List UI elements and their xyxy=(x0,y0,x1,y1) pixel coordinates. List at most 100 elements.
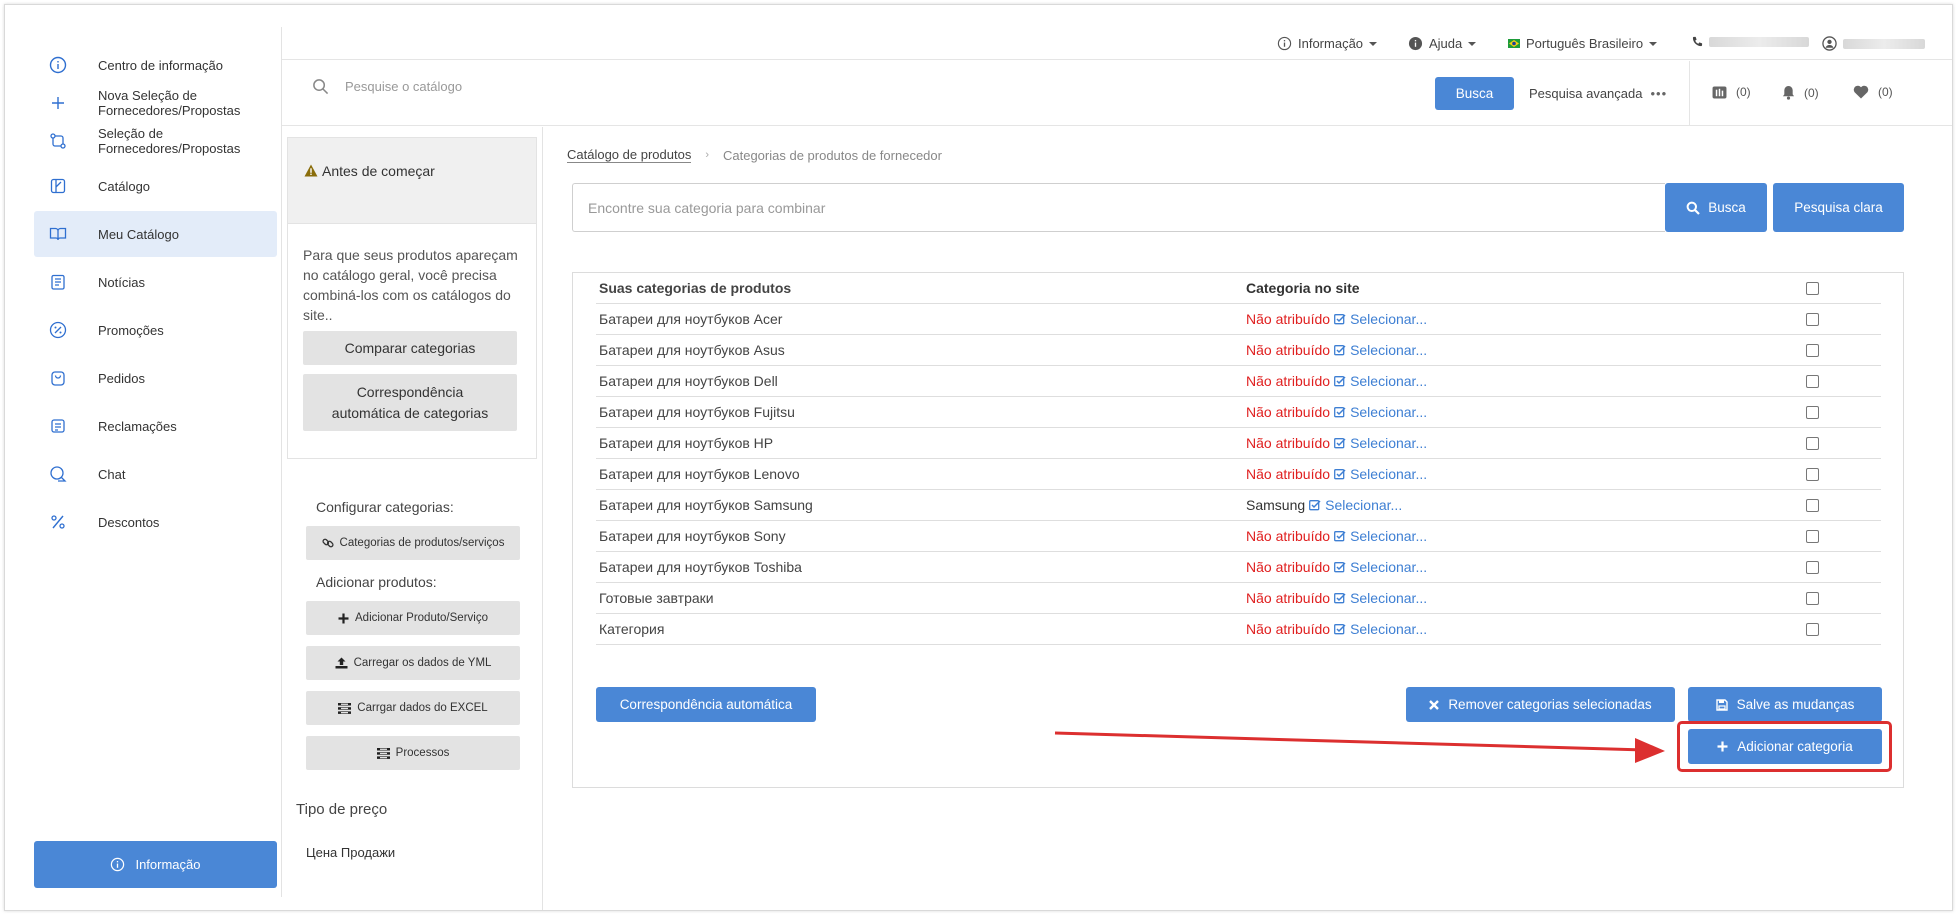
add-product-button[interactable]: Adicionar Produto/Serviço xyxy=(306,601,520,635)
sidebar-item-label: Meu Catálogo xyxy=(98,226,179,242)
select-category-link[interactable]: Selecionar... xyxy=(1334,311,1427,327)
catalog-search-input[interactable]: Pesquise o catálogo xyxy=(312,78,462,95)
site-category-cell: Não atribuído Selecionar... xyxy=(1246,342,1806,358)
auto-match-categories-button[interactable]: Correspondência automática de categorias xyxy=(303,374,517,431)
info-button[interactable]: Informação xyxy=(34,841,277,888)
price-type-value[interactable]: Цена Продажи xyxy=(306,845,395,860)
notifications-button[interactable]: (0) xyxy=(1782,85,1819,100)
save-changes-button[interactable]: Salve as mudanças xyxy=(1688,687,1882,722)
category-search-button[interactable]: Busca xyxy=(1665,183,1767,232)
site-category-cell: Não atribuído Selecionar... xyxy=(1246,373,1806,389)
select-category-link[interactable]: Selecionar... xyxy=(1334,559,1427,575)
site-category-cell: Não atribuído Selecionar... xyxy=(1246,621,1806,637)
sidebar-item-label: Nova Seleção de Fornecedores/Propostas xyxy=(98,88,241,118)
row-checkbox[interactable] xyxy=(1806,343,1819,357)
table-header: Suas categorias de produtos Categoria no… xyxy=(596,273,1881,304)
compare-categories-button[interactable]: Comparar categorias xyxy=(303,331,517,365)
add-category-button[interactable]: Adicionar categoria xyxy=(1688,729,1882,764)
catalog-search-bar: Pesquise o catálogo Busca Pesquisa avanç… xyxy=(282,61,1952,126)
select-all-checkbox[interactable] xyxy=(1806,281,1819,295)
row-checkbox[interactable] xyxy=(1806,591,1819,605)
select-category-link[interactable]: Selecionar... xyxy=(1334,528,1427,544)
processes-button[interactable]: Processos xyxy=(306,736,520,770)
row-checkbox[interactable] xyxy=(1806,529,1819,543)
edit-check-icon xyxy=(1334,376,1346,387)
open-book-icon xyxy=(34,225,82,243)
sidebar-item-my-catalog[interactable]: Meu Catálogo xyxy=(34,211,277,257)
table-row: Готовые завтраки Não atribuído Selecionar.… xyxy=(596,583,1881,614)
site-category-value: Samsung xyxy=(1246,497,1306,513)
category-name: Батареи для ноутбуков Acer xyxy=(599,311,783,327)
breadcrumb-root[interactable]: Catálogo de produtos xyxy=(567,147,692,163)
sidebar-item-promotions[interactable]: Promoções xyxy=(34,307,277,353)
user-menu[interactable] xyxy=(1822,36,1925,51)
upload-excel-button[interactable]: Carrgar dados do EXCEL xyxy=(306,691,520,725)
remove-selected-button[interactable]: Remover categorias selecionadas xyxy=(1406,687,1675,722)
row-checkbox[interactable] xyxy=(1806,560,1819,574)
sidebar-item-label: Descontos xyxy=(98,514,160,530)
clear-search-button[interactable]: Pesquisa clara xyxy=(1773,183,1904,232)
complaint-icon xyxy=(34,417,82,435)
sidebar-item-label: Notícias xyxy=(98,274,145,290)
row-checkbox[interactable] xyxy=(1806,436,1819,450)
row-checkbox[interactable] xyxy=(1806,622,1819,636)
upload-yml-button[interactable]: Carregar os dados de YML xyxy=(306,646,520,680)
favorites-button[interactable]: (0) xyxy=(1853,85,1893,99)
table-row: Батареи для ноутбуков Fujitsu Não atribuí… xyxy=(596,397,1881,428)
sidebar-item-selection[interactable]: Seleção de Fornecedores/Propostas xyxy=(34,118,277,164)
select-category-link[interactable]: Selecionar... xyxy=(1334,466,1427,482)
select-category-link[interactable]: Selecionar... xyxy=(1334,342,1427,358)
catalog-search-button[interactable]: Busca xyxy=(1435,77,1514,110)
compare-button[interactable]: (0) xyxy=(1712,85,1751,99)
select-category-link[interactable]: Selecionar... xyxy=(1334,373,1427,389)
select-category-link[interactable]: Selecionar... xyxy=(1334,590,1427,606)
select-category-link[interactable]: Selecionar... xyxy=(1334,404,1427,420)
auto-match-button[interactable]: Correspondência automática xyxy=(596,687,816,722)
category-tools-panel: Antes de começar Para que seus produtos … xyxy=(282,127,543,910)
row-checkbox[interactable] xyxy=(1806,498,1819,512)
select-category-link[interactable]: Selecionar... xyxy=(1309,497,1402,513)
info-circle-icon xyxy=(34,56,82,74)
advanced-search-link[interactable]: Pesquisa avançada ••• xyxy=(1529,86,1667,101)
category-search-input[interactable]: Encontre sua categoria para combinar xyxy=(572,183,1665,232)
site-category-cell: Não atribuído Selecionar... xyxy=(1246,435,1806,451)
toolbar-divider xyxy=(1689,61,1690,125)
edit-check-icon xyxy=(1334,593,1346,604)
favorites-count: (0) xyxy=(1878,85,1893,99)
help-menu[interactable]: Ajuda xyxy=(1408,36,1477,51)
sidebar-item-catalog[interactable]: Catálogo xyxy=(34,163,277,209)
sidebar-item-orders[interactable]: Pedidos xyxy=(34,355,277,401)
info-menu[interactable]: Informação xyxy=(1277,36,1378,51)
sidebar-item-label: Seleção de Fornecedores/Propostas xyxy=(98,126,241,156)
unassigned-status: Não atribuído xyxy=(1246,621,1331,637)
table-row: Батареи для ноутбуков Lenovo Não atribuíd… xyxy=(596,459,1881,490)
row-checkbox[interactable] xyxy=(1806,405,1819,419)
row-checkbox[interactable] xyxy=(1806,467,1819,481)
row-checkbox[interactable] xyxy=(1806,374,1819,388)
table-row: Батареи для ноутбуков Asus Não atribuído S… xyxy=(596,335,1881,366)
plus-icon xyxy=(34,94,82,112)
link-icon xyxy=(321,538,334,548)
warning-icon xyxy=(304,164,318,177)
category-name: Батареи для ноутбуков Asus xyxy=(599,342,785,358)
sidebar-item-label: Catálogo xyxy=(98,178,151,194)
sidebar-item-chat[interactable]: Chat xyxy=(34,451,277,497)
sidebar-item-news[interactable]: Notícias xyxy=(34,259,277,305)
row-checkbox[interactable] xyxy=(1806,312,1819,326)
breadcrumb: Catálogo de produtos › Categorias de pro… xyxy=(567,147,942,163)
unassigned-status: Não atribuído xyxy=(1246,559,1331,575)
select-category-link[interactable]: Selecionar... xyxy=(1334,621,1427,637)
language-menu[interactable]: Português Brasileiro xyxy=(1508,36,1658,51)
sidebar-item-discounts[interactable]: Descontos xyxy=(34,499,277,545)
category-name: Батареи для ноутбуков Dell xyxy=(599,373,778,389)
category-name: Категория xyxy=(599,621,665,637)
select-category-link[interactable]: Selecionar... xyxy=(1334,435,1427,451)
search-icon xyxy=(1686,201,1701,215)
sidebar-item-complaints[interactable]: Reclamações xyxy=(34,403,277,449)
site-category-cell: Não atribuído Selecionar... xyxy=(1246,559,1806,575)
info-circle-icon xyxy=(111,857,125,872)
product-categories-button[interactable]: Categorias de produtos/serviços xyxy=(306,526,520,560)
edit-check-icon xyxy=(1334,531,1346,542)
notifications-count: (0) xyxy=(1804,85,1819,100)
edit-check-icon xyxy=(1309,500,1321,511)
